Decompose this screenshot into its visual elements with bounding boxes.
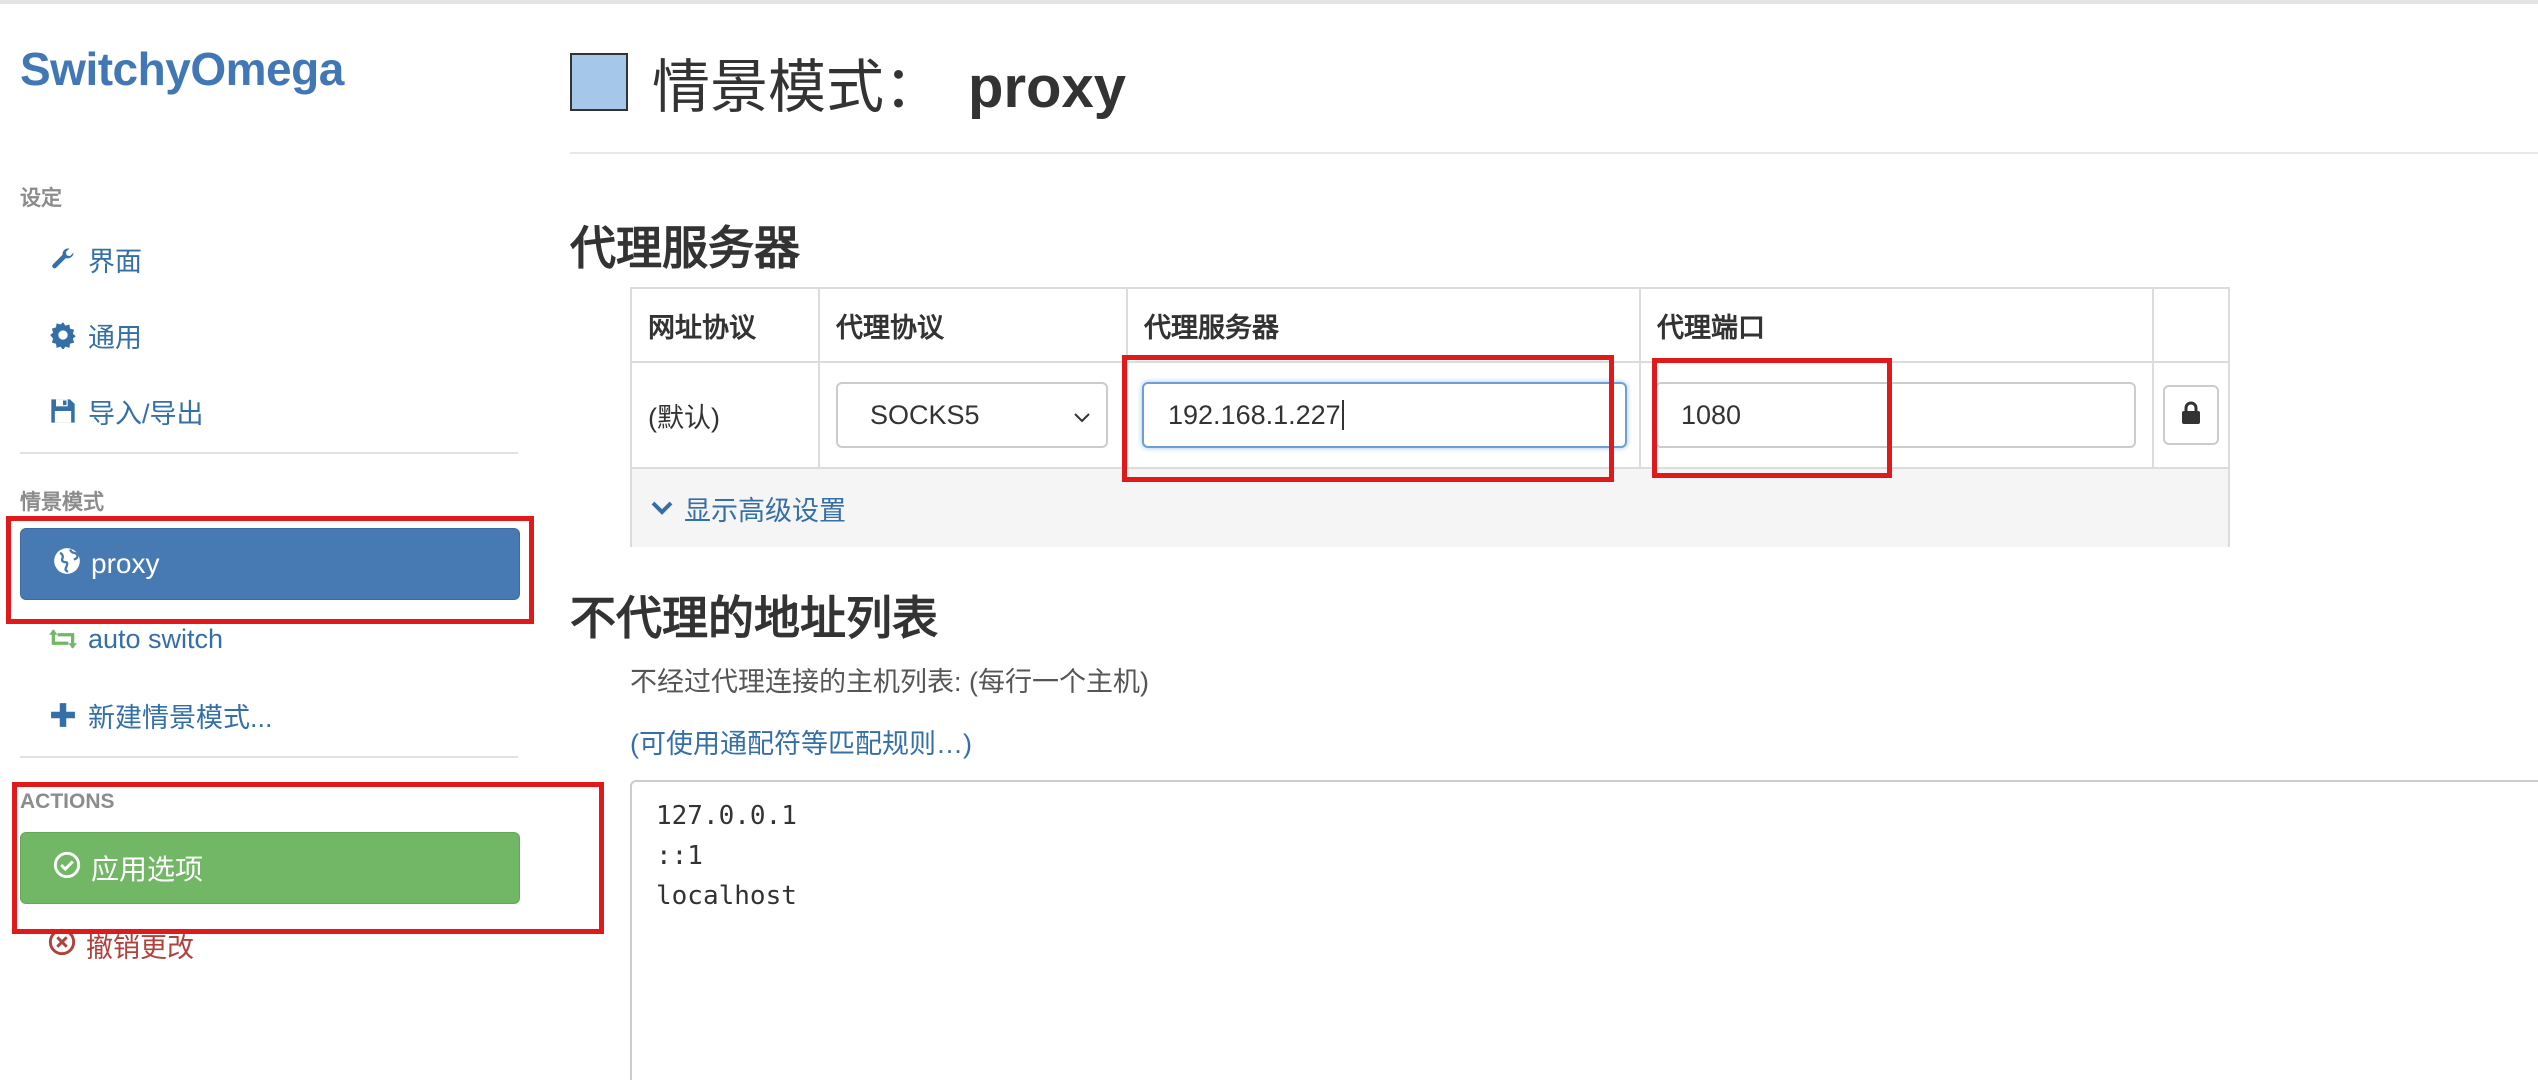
sidebar-item-label: auto switch xyxy=(88,623,224,654)
page-title: 情景模式： proxy xyxy=(652,40,1126,124)
proxy-servers-heading: 代理服务器 xyxy=(570,222,800,274)
close-circle-icon xyxy=(48,928,76,963)
show-advanced-toggle[interactable]: 显示高级设置 xyxy=(632,469,2228,547)
profile-name: proxy xyxy=(968,55,1126,120)
lock-icon xyxy=(2180,401,2202,430)
protocol-cell: SOCKS5 xyxy=(820,363,1128,467)
app-brand[interactable]: SwitchyOmega xyxy=(20,42,344,96)
proxy-servers-table: 网址协议 代理协议 代理服务器 代理端口 (默认) SOCKS5 192.168… xyxy=(630,287,2230,547)
page-title-prefix: 情景模式： xyxy=(652,55,943,120)
auth-lock-button[interactable] xyxy=(2163,385,2219,445)
bypass-list-heading: 不代理的地址列表 xyxy=(570,592,938,644)
title-divider xyxy=(570,152,2538,154)
scheme-value: (默认) xyxy=(648,402,720,433)
revert-changes-label: 撤销更改 xyxy=(86,932,194,963)
new-profile-label: 新建情景模式... xyxy=(88,702,273,733)
sidebar-item-auto-switch[interactable]: auto switch xyxy=(48,612,223,666)
sidebar-item-label: proxy xyxy=(91,548,160,579)
column-header-actions xyxy=(2154,289,2228,361)
column-header-server: 代理服务器 xyxy=(1128,289,1641,361)
port-cell: 1080 xyxy=(1641,363,2154,467)
sidebar-item-general[interactable]: 通用 xyxy=(48,308,142,362)
scheme-cell: (默认) xyxy=(632,363,820,467)
profile-color-swatch[interactable] xyxy=(570,53,628,111)
protocol-select[interactable]: SOCKS5 xyxy=(836,382,1108,448)
column-header-protocol: 代理协议 xyxy=(820,289,1128,361)
proxy-server-input[interactable]: 192.168.1.227 xyxy=(1142,382,1627,448)
apply-options-button[interactable]: 应用选项 xyxy=(20,832,520,904)
sidebar-item-interface[interactable]: 界面 xyxy=(48,232,142,286)
text-caret xyxy=(1341,400,1344,430)
table-header-row: 网址协议 代理协议 代理服务器 代理端口 xyxy=(632,289,2228,363)
save-icon xyxy=(48,396,78,426)
apply-options-label: 应用选项 xyxy=(91,854,204,885)
profiles-header: 情景模式 xyxy=(20,491,104,514)
auth-cell xyxy=(2154,363,2228,467)
bypass-list-textarea[interactable]: 127.0.0.1 ::1 localhost xyxy=(630,780,2538,1080)
revert-changes-link[interactable]: 撤销更改 xyxy=(48,920,194,970)
protocol-select-value: SOCKS5 xyxy=(870,399,980,430)
proxy-server-value: 192.168.1.227 xyxy=(1168,399,1341,430)
globe-icon xyxy=(53,547,81,582)
sidebar-item-label: 通用 xyxy=(88,322,142,353)
sidebar: SwitchyOmega 设定 界面 通用 导入/导出 情景模式 proxy a… xyxy=(0,0,540,1080)
sidebar-item-import-export[interactable]: 导入/导出 xyxy=(48,384,204,438)
new-profile-link[interactable]: 新建情景模式... xyxy=(48,688,273,742)
chevron-down-icon xyxy=(650,493,674,524)
wildcard-rules-link[interactable]: (可使用通配符等匹配规则…) xyxy=(630,722,972,761)
bypass-help-text: 不经过代理连接的主机列表: (每行一个主机) xyxy=(630,667,1149,697)
chevron-down-icon xyxy=(1072,400,1092,431)
retweet-icon xyxy=(48,624,78,654)
plus-icon xyxy=(48,700,78,730)
column-header-port: 代理端口 xyxy=(1641,289,2154,361)
sidebar-item-label: 界面 xyxy=(88,246,142,277)
settings-header: 设定 xyxy=(20,187,62,210)
check-circle-icon xyxy=(53,851,81,886)
sidebar-item-proxy[interactable]: proxy xyxy=(20,528,520,600)
show-advanced-label: 显示高级设置 xyxy=(684,495,846,526)
wrench-icon xyxy=(48,244,78,274)
divider xyxy=(20,756,518,758)
column-header-scheme: 网址协议 xyxy=(632,289,820,361)
page-header: 情景模式： proxy xyxy=(570,40,1126,124)
divider xyxy=(20,452,518,454)
table-row: (默认) SOCKS5 192.168.1.227 1080 xyxy=(632,363,2228,469)
gear-icon xyxy=(48,320,78,350)
actions-header: ACTIONS xyxy=(20,790,115,813)
proxy-port-input[interactable]: 1080 xyxy=(1655,382,2136,448)
proxy-port-value: 1080 xyxy=(1681,399,1742,430)
server-cell: 192.168.1.227 xyxy=(1128,363,1641,467)
sidebar-item-label: 导入/导出 xyxy=(88,398,204,429)
